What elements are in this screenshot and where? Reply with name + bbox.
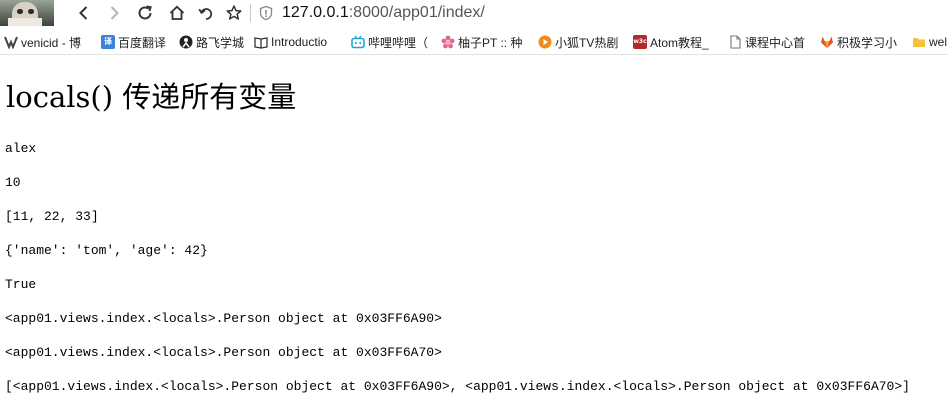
address-bar-divider xyxy=(250,4,251,22)
avatar-scarf xyxy=(8,18,42,26)
bookmark-label: 路飞学城 xyxy=(196,35,245,50)
venicid-favicon xyxy=(4,35,18,49)
output-line-person-1: <app01.views.index.<locals>.Person objec… xyxy=(5,311,442,326)
gitlab-fox-icon xyxy=(820,35,834,49)
output-line-person-2: <app01.views.index.<locals>.Person objec… xyxy=(5,345,442,360)
bookmark-youzi-pt[interactable]: 柚子PT :: 种 xyxy=(441,33,522,51)
bookmarks-bar: venicid - 博 译 百度翻译 路飞学城 Introductio 哔哩哔哩… xyxy=(0,30,948,55)
browser-toolbar: 127.0.0.1:8000/app01/index/ xyxy=(0,0,948,27)
bookmark-atom-tutorial[interactable]: w3c Atom教程_ xyxy=(633,33,709,51)
bookmark-label: 柚子PT :: 种 xyxy=(458,35,523,50)
folder-icon xyxy=(912,35,926,49)
bookmark-star-button[interactable] xyxy=(223,2,245,24)
star-icon xyxy=(226,5,242,20)
undo-icon xyxy=(198,8,213,20)
reload-button[interactable] xyxy=(134,2,156,24)
output-line-name: alex xyxy=(5,141,37,156)
bookmark-course-center[interactable]: 课程中心首 xyxy=(728,33,805,51)
bookmark-label: Introductio xyxy=(271,35,328,49)
output-line-bool: True xyxy=(5,277,37,292)
bookmark-venicid[interactable]: venicid - 博 xyxy=(4,33,81,51)
avatar-eye-right xyxy=(28,9,34,14)
undo-close-tab-button[interactable] xyxy=(195,2,217,24)
w3c-icon: w3c xyxy=(633,35,647,49)
url-text[interactable]: 127.0.0.1:8000/app01/index/ xyxy=(282,4,485,22)
bookmark-label: wel xyxy=(929,35,948,49)
flower-icon xyxy=(441,35,455,49)
output-line-list: [11, 22, 33] xyxy=(5,209,99,224)
bookmark-label: Atom教程_ xyxy=(650,35,709,50)
profile-avatar[interactable] xyxy=(0,0,54,26)
bookmark-label: 课程中心首 xyxy=(745,35,806,50)
home-button[interactable] xyxy=(166,2,188,24)
bookmark-label: venicid - 博 xyxy=(21,35,82,50)
back-arrow-icon xyxy=(79,6,88,20)
page-heading: locals() 传递所有变量 xyxy=(6,80,297,114)
page-icon xyxy=(728,35,742,49)
book-icon xyxy=(254,35,268,49)
avatar-eye-left xyxy=(17,9,23,14)
bookmark-label: 哔哩哔哩（ xyxy=(368,35,429,50)
home-icon xyxy=(169,5,185,20)
url-path: :8000/app01/index/ xyxy=(348,4,485,21)
url-host: 127.0.0.1 xyxy=(282,4,349,21)
bookmark-luffy[interactable]: 路飞学城 xyxy=(179,33,244,51)
page-content: locals() 传递所有变量 alex 10 [11, 22, 33] {'n… xyxy=(0,55,948,412)
forward-button[interactable] xyxy=(103,2,125,24)
play-icon xyxy=(538,35,552,49)
bookmark-jiji-xuexi[interactable]: 积极学习小 xyxy=(820,33,897,51)
bilibili-icon xyxy=(351,35,365,49)
forward-arrow-icon xyxy=(110,6,119,20)
output-line-person-list: [<app01.views.index.<locals>.Person obje… xyxy=(5,379,910,394)
security-shield-icon[interactable] xyxy=(258,5,274,21)
bookmark-label: 百度翻译 xyxy=(118,35,167,50)
bookmark-bilibili[interactable]: 哔哩哔哩（ xyxy=(351,33,428,51)
bookmark-xiaohu-tv[interactable]: 小狐TV热剧 xyxy=(538,33,618,51)
bookmark-folder-wel[interactable]: wel xyxy=(912,33,947,51)
bookmark-introduction[interactable]: Introductio xyxy=(254,33,327,51)
bookmark-label: 小狐TV热剧 xyxy=(555,35,619,50)
bookmark-baidu-translate[interactable]: 译 百度翻译 xyxy=(101,33,166,51)
bookmark-label: 积极学习小 xyxy=(837,35,898,50)
address-bar[interactable]: 127.0.0.1:8000/app01/index/ xyxy=(250,1,940,25)
baidu-translate-icon: 译 xyxy=(101,35,115,49)
reload-icon xyxy=(138,5,152,20)
output-line-number: 10 xyxy=(5,175,21,190)
luffy-icon xyxy=(179,35,193,49)
back-button[interactable] xyxy=(73,2,95,24)
output-line-dict: {'name': 'tom', 'age': 42} xyxy=(5,243,208,258)
